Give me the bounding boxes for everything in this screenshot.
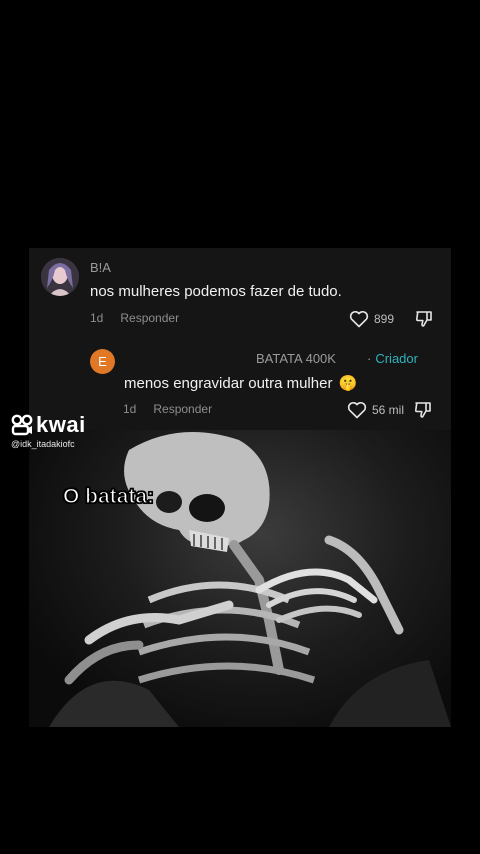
reply-author[interactable]: BATATA 400K <box>256 351 336 366</box>
shushing-face-emoji: 🤫 <box>338 375 358 392</box>
dislike-button-2[interactable] <box>413 400 433 425</box>
dislike-button[interactable] <box>414 309 434 334</box>
user-avatar-bia[interactable] <box>41 258 79 296</box>
comment-author[interactable]: B!A <box>90 260 111 275</box>
kwai-wordmark: kwai <box>36 412 86 437</box>
heart-icon <box>349 310 369 328</box>
reply-meta: 1d Responder <box>123 402 212 416</box>
kwai-logo-icon <box>11 414 33 436</box>
user-avatar-batata[interactable]: E <box>90 349 115 374</box>
reply-time: 1d <box>123 402 137 416</box>
skeleton-illustration <box>49 432 451 727</box>
reply-button[interactable]: Responder <box>120 311 179 325</box>
reply-button-2[interactable]: Responder <box>153 402 212 416</box>
like-button[interactable]: 899 <box>349 310 394 328</box>
kwai-watermark: kwai @idk_itadakiofc <box>11 412 86 449</box>
heart-icon <box>347 401 367 419</box>
reply-text-row: menos engravidar outra mulher 🤫 <box>124 374 358 393</box>
like-button-2[interactable]: 56 mil <box>347 401 404 419</box>
creator-badge-label: Criador <box>375 351 418 366</box>
like-count: 899 <box>374 312 395 326</box>
kwai-brand-row: kwai <box>11 412 86 438</box>
creator-handle: @idk_itadakiofc <box>11 439 75 449</box>
meme-caption: O batata: <box>62 484 155 508</box>
thumbs-down-icon <box>415 311 432 327</box>
skeleton-meme-image: O batata: <box>29 430 451 727</box>
comment-text: nos mulheres podemos fazer de tudo. <box>90 283 342 300</box>
avatar-photo <box>41 258 79 296</box>
creator-badge: · Criador <box>367 351 418 366</box>
reply-text: menos engravidar outra mulher <box>124 374 333 392</box>
like-count-2: 56 mil <box>372 403 405 417</box>
comments-panel: B!A nos mulheres podemos fazer de tudo. … <box>29 248 451 430</box>
comment-time: 1d <box>90 311 104 325</box>
thumbs-down-icon <box>414 402 431 418</box>
comment-meta: 1d Responder <box>90 311 179 325</box>
